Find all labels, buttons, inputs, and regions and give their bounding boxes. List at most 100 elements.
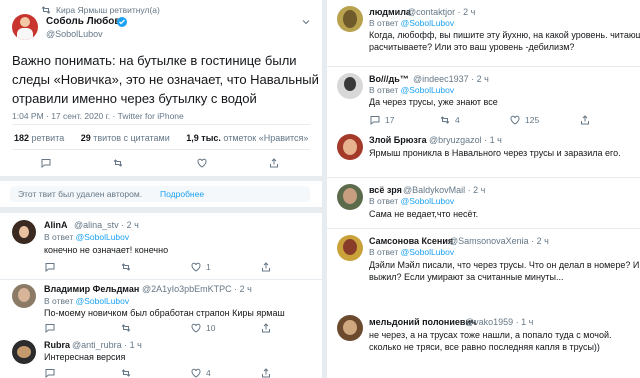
avatar[interactable] [337,73,363,99]
retweet-icon[interactable] [112,157,124,169]
reply-tweet[interactable]: Rubra @anti_rubra · 1 ч Интересная верси… [0,336,322,378]
avatar[interactable] [12,340,36,364]
tweet-stats: 182 ретвита 29 твитов с цитатами 1,9 тыс… [14,133,308,143]
avatar[interactable] [337,184,363,210]
reply-text: выжил? Если умирают за считанные минуты.… [369,272,564,282]
avatar[interactable] [12,220,36,244]
reply-author-name[interactable]: Самсонова Ксения [369,236,453,246]
divider [12,124,310,125]
avatar[interactable] [337,235,363,261]
deleted-tweet-notice: Этот твит был удален автором. Подробнее [10,186,310,202]
comment-count: 17 [385,115,395,125]
reply-text: сколько не тряси, все равно последняя ка… [369,342,600,352]
quotes-stat[interactable]: 29 твитов с цитатами [81,133,170,143]
heart-icon[interactable] [190,261,202,273]
author-name[interactable]: Соболь Любовь [46,16,127,27]
share-icon[interactable] [579,114,591,126]
reply-tweet[interactable]: людмила @contaktjor · 2 ч В ответ @Sobol… [327,0,640,66]
thread-gap [0,176,322,181]
reply-author-name[interactable]: Владимир Фельдман [44,284,139,294]
reply-tweet[interactable]: Bo///дь™ @indeec1937 · 2 ч В ответ @Sobo… [327,67,640,129]
retweet-icon[interactable] [439,114,451,126]
avatar[interactable] [337,315,363,341]
avatar[interactable] [12,14,38,40]
reply-tweet[interactable]: мельдоний полониевич @vako1959 · 1 ч не … [327,311,640,378]
author-handle[interactable]: @SobolLubov [46,29,103,39]
like-count: 10 [206,323,216,333]
reply-to-link[interactable]: @SobolLubov [401,18,455,28]
reply-author-handle[interactable]: @vako1959 · 1 ч [465,317,533,327]
heart-icon[interactable] [190,322,202,334]
reply-tweet[interactable]: Самсонова Ксения @SamsonovaXenia · 2 ч В… [327,229,640,311]
retweets-stat[interactable]: 182 ретвита [14,133,64,143]
reply-text: не через, а на трусах тоже нашли, а попа… [369,330,612,340]
heart-icon[interactable] [509,114,521,126]
reply-author-name[interactable]: AlinA [44,220,68,230]
thread-gap [0,207,322,213]
reply-author-name[interactable]: мельдоний полониевич [369,317,476,327]
avatar[interactable] [12,284,36,308]
retweet-icon[interactable] [120,322,132,334]
reply-tweet[interactable]: AlinA @alina_stv · 2 ч В ответ @SobolLub… [0,214,322,278]
reply-author-handle[interactable]: @bryuzgazol · 1 ч [429,135,502,145]
reply-author-handle[interactable]: @2A1yIo3pbEmKTPC · 2 ч [142,284,252,294]
reply-tweet[interactable]: всё зря @BaldykovMail · 2 ч В ответ @Sob… [327,178,640,228]
tweet-timestamp[interactable]: 1:04 PM · 17 сент. 2020 г. · Twitter for… [12,111,184,121]
reply-author-handle[interactable]: @contaktjor · 2 ч [407,7,475,17]
share-icon[interactable] [268,157,280,169]
share-icon[interactable] [260,367,272,378]
tweet-text: Важно понимать: на бутылке в гостинице б… [12,51,319,108]
reply-to-link[interactable]: @SobolLubov [401,85,455,95]
comment-icon[interactable] [44,261,56,273]
reply-to-link[interactable]: @SobolLubov [401,196,455,206]
reply-to-link[interactable]: @SobolLubov [76,296,130,306]
comment-icon[interactable] [40,157,52,169]
tweet-text-line: отравили именно через бутылку с водой [12,91,257,106]
reply-author-name[interactable]: всё зря [369,185,402,195]
retweet-count: 4 [455,115,460,125]
heart-icon[interactable] [196,157,208,169]
like-count: 125 [525,115,540,125]
learn-more-link[interactable]: Подробнее [160,189,204,199]
reply-author-handle[interactable]: @indeec1937 · 2 ч [413,74,489,84]
chevron-down-icon[interactable] [300,16,312,28]
like-count: 4 [206,368,211,378]
like-count: 1 [206,262,211,272]
reply-tweet[interactable]: Владимир Фельдман @2A1yIo3pbEmKTPC · 2 ч… [0,280,322,336]
reply-author-name[interactable]: Злой Брюзга [369,135,427,145]
reply-text: Когда, любофф, вы пишите эту йухню, на к… [369,30,640,40]
reply-to-link[interactable]: @SobolLubov [401,247,455,257]
retweet-icon [40,4,52,16]
reply-tweet[interactable]: Злой Брюзга @bryuzgazol · 1 ч Ярмыш прон… [327,129,640,177]
share-icon[interactable] [260,322,272,334]
reply-author-name[interactable]: Rubra [44,340,70,350]
left-panel: Кира Ярмыш ретвитнул(а) Соболь Любовь @S… [0,0,323,378]
in-reply-to: В ответ @SobolLubov [44,296,130,306]
retweet-icon[interactable] [120,261,132,273]
in-reply-to: В ответ @SobolLubov [369,247,455,257]
avatar[interactable] [337,6,363,32]
reply-author-name[interactable]: Bo///дь™ [369,74,409,84]
comment-icon[interactable] [369,114,381,126]
retweet-icon[interactable] [120,367,132,378]
reply-to-link[interactable]: @SobolLubov [76,232,130,242]
comment-icon[interactable] [44,367,56,378]
avatar[interactable] [337,134,363,160]
reply-author-handle[interactable]: @SamsonovaXenia · 2 ч [449,236,549,246]
reply-text: Интересная версия [44,352,126,362]
reply-text: По-моему новичком был обработан страпон … [44,308,285,318]
reply-author-handle[interactable]: @alina_stv · 2 ч [74,220,139,230]
reply-text: расчитываете? Или это ваш уровень -дебил… [369,42,575,52]
divider [12,149,310,150]
share-icon[interactable] [260,261,272,273]
right-panel: людмила @contaktjor · 2 ч В ответ @Sobol… [326,0,640,378]
comment-icon[interactable] [44,322,56,334]
likes-stat[interactable]: 1,9 тыс. отметок «Нравится» [186,133,308,143]
heart-icon[interactable] [190,367,202,378]
reply-text: конечно не означает! конечно [44,245,169,255]
retweeted-by-label[interactable]: Кира Ярмыш ретвитнул(а) [56,5,160,15]
in-reply-to: В ответ @SobolLubov [44,232,130,242]
reply-author-handle[interactable]: @BaldykovMail · 2 ч [403,185,485,195]
reply-author-name[interactable]: людмила [369,7,411,17]
reply-author-handle[interactable]: @anti_rubra · 1 ч [72,340,142,350]
